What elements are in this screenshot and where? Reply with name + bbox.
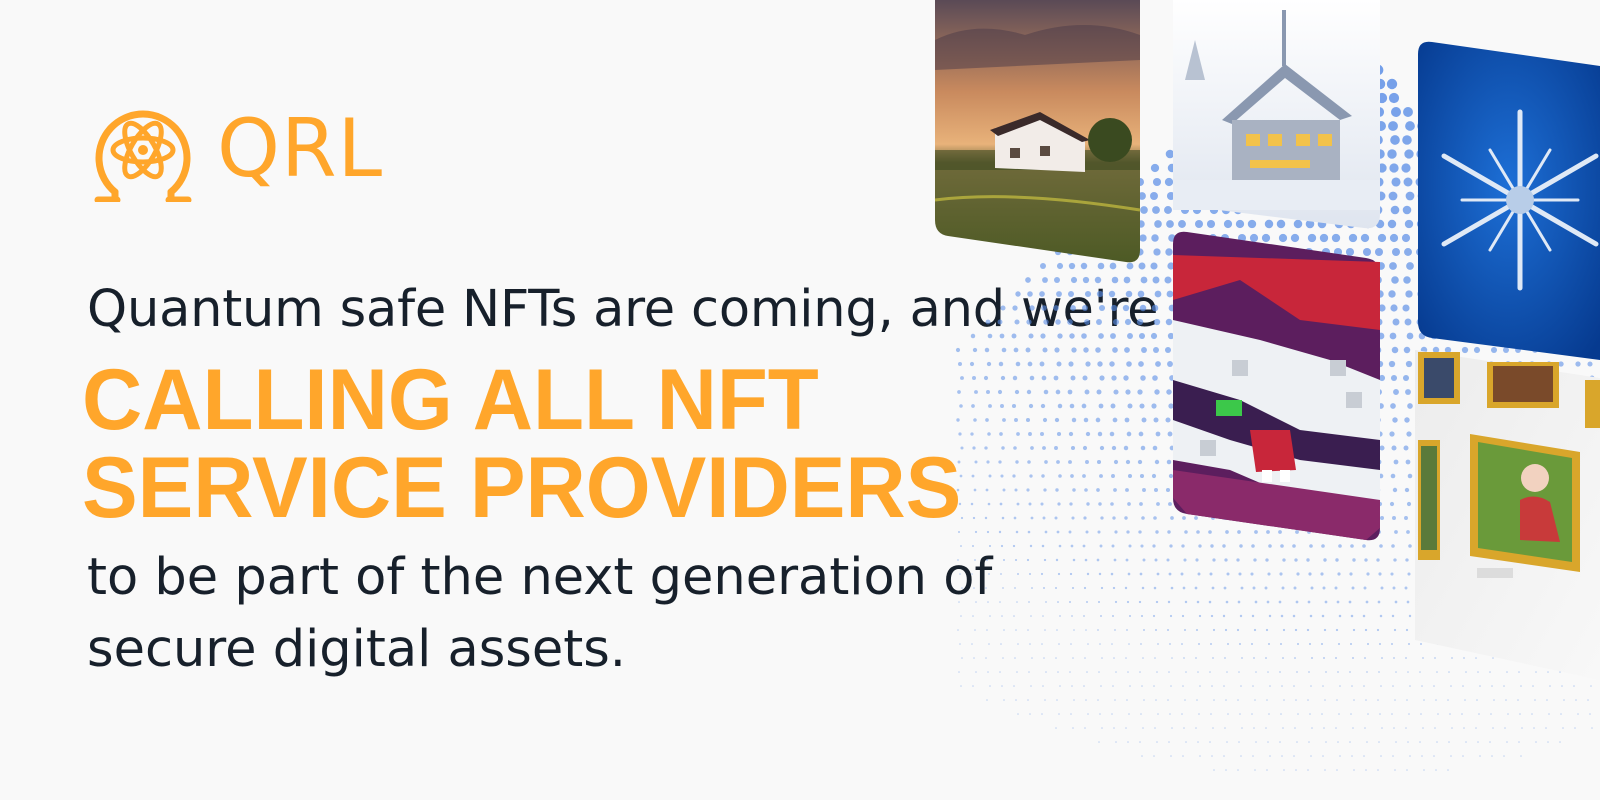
headline-line-1: CALLING ALL NFT [82, 352, 819, 448]
headline-line-2: SERVICE PROVIDERS [82, 440, 962, 536]
sunset-house-card [934, 0, 1141, 263]
snowflake-card [1418, 41, 1600, 360]
pixel-cat-card [1173, 231, 1380, 541]
atom-omega-icon [94, 110, 192, 202]
qrl-logo: QRL [93, 100, 393, 202]
gallery-wall [1415, 350, 1600, 680]
dot-pattern [955, 8, 1595, 771]
outro-line-1: to be part of the next generation of [87, 548, 993, 607]
intro-text: Quantum safe NFTs are coming, and we're [87, 280, 1159, 339]
headline: CALLING ALL NFT SERVICE PROVIDERS [82, 352, 962, 536]
outro-text: to be part of the next generation of sec… [87, 542, 993, 686]
brand-name: QRL [217, 102, 384, 195]
snowy-house-card [1173, 0, 1380, 229]
outro-line-2: secure digital assets. [87, 620, 627, 679]
